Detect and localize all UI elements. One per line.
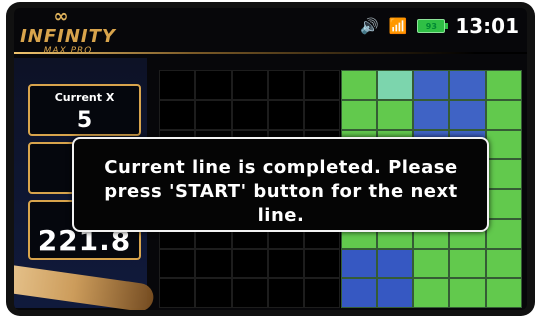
grid-cell [304,248,341,279]
grid-cell [231,99,268,130]
decorative-gold-swoosh [14,263,156,310]
grid-cell [485,159,522,189]
current-x-label: Current X [54,91,115,104]
grid-cell [340,70,377,100]
grid-cell [231,278,268,308]
battery-icon: 93 [417,19,449,33]
logo-subtitle: MAX PRO [43,46,93,56]
grid-cell [231,248,268,279]
grid-cell [231,70,268,100]
grid-cell [195,278,232,308]
current-x-value: 5 [76,108,93,133]
grid-cell [195,99,232,130]
grid-cell [485,70,522,100]
clock-time: 13:01 [455,14,519,38]
grid-cell [159,278,196,308]
grid-cell [485,189,522,219]
wifi-icon: 📶 [388,16,408,35]
grid-cell [159,70,196,100]
grid-cell [376,70,414,100]
grid-cell [449,70,486,100]
grid-cell [195,70,232,100]
grid-cell [340,248,377,279]
status-bar: 🔊 📶 93 13:01 [360,12,519,40]
grid-cell [267,70,305,100]
battery-percent: 93 [425,21,437,31]
grid-cell [449,278,486,308]
volume-icon: 🔊 [359,16,379,35]
header-divider [14,52,527,54]
grid-cell [449,99,486,130]
device-frame: ∞ INFINITY MAX PRO 🔊 📶 93 13:01 Current … [6,2,535,316]
infinity-logo-icon: ∞ [53,8,69,27]
grid-cell [267,248,305,279]
dialog-message: Current line is completed. Please press … [104,157,458,226]
grid-cell [449,248,486,279]
grid-cell [159,99,196,130]
grid-cell [376,248,414,279]
grid-cell [304,70,341,100]
grid-cell [159,248,196,279]
current-x-card: Current X 5 [28,84,141,136]
completion-dialog: Current line is completed. Please press … [72,137,489,232]
grid-cell [267,278,305,308]
grid-cell [267,99,305,130]
grid-cell [485,218,522,249]
screen: ∞ INFINITY MAX PRO 🔊 📶 93 13:01 Current … [14,8,527,310]
logo-name: INFINITY [20,26,116,47]
grid-cell [485,248,522,279]
grid-cell [413,70,450,100]
grid-cell [413,278,450,308]
grid-cell [340,278,377,308]
grid-cell [304,99,341,130]
grid-cell [485,99,522,130]
grid-cell [340,99,377,130]
grid-cell [485,129,522,160]
grid-cell [304,278,341,308]
grid-cell [376,278,414,308]
grid-cell [485,278,522,308]
grid-cell [195,248,232,279]
grid-cell [413,99,450,130]
grid-cell [376,99,414,130]
grid-cell [413,248,450,279]
